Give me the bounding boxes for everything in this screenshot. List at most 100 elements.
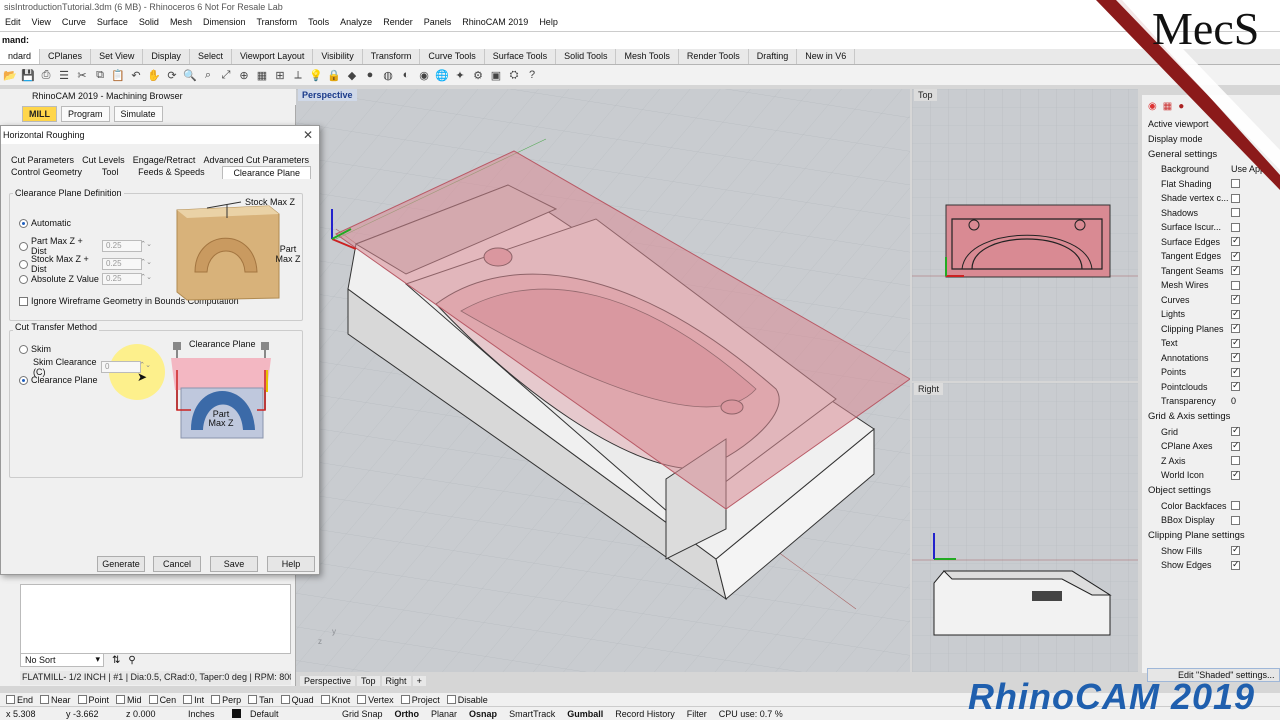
- render-icon[interactable]: ●: [362, 67, 378, 83]
- undo-icon[interactable]: ↶: [128, 67, 144, 83]
- setting-checkbox[interactable]: [1231, 308, 1240, 319]
- lock-icon[interactable]: 🔒: [326, 67, 342, 83]
- toolbar-tab-solid-tools[interactable]: Solid Tools: [556, 49, 617, 64]
- option-part-max-z[interactable]: Part Max Z + Dist 0.25: [19, 236, 152, 256]
- setting-checkbox[interactable]: [1231, 208, 1240, 218]
- setting-checkbox[interactable]: [1231, 280, 1240, 290]
- osnap-int[interactable]: Int: [183, 695, 204, 705]
- part-max-z-input[interactable]: 0.25: [102, 240, 152, 252]
- perspective-viewport[interactable]: z y Perspective: [296, 89, 910, 672]
- osnap-cen[interactable]: Cen: [148, 695, 176, 705]
- osnap-checkbox[interactable]: [211, 695, 221, 704]
- toolbar-tab-select[interactable]: Select: [190, 49, 232, 64]
- toolbar-tab-new-in-v6[interactable]: New in V6: [797, 49, 856, 64]
- osnap-end[interactable]: End: [6, 695, 33, 705]
- osnap-perp[interactable]: Perp: [211, 695, 241, 705]
- filter-icon[interactable]: ⚲: [128, 655, 135, 666]
- menu-transform[interactable]: Transform: [251, 16, 303, 30]
- toolbar-tab-curve-tools[interactable]: Curve Tools: [420, 49, 485, 64]
- pan-icon[interactable]: ✋: [146, 67, 162, 83]
- viewport-tab-top[interactable]: Top: [357, 676, 380, 686]
- rendered-icon[interactable]: ◉: [416, 67, 432, 83]
- material-icon[interactable]: ◆: [344, 67, 360, 83]
- menu-tools[interactable]: Tools: [303, 16, 335, 30]
- setting-checkbox[interactable]: [1231, 351, 1240, 363]
- menu-rhinocam-2019[interactable]: RhinoCAM 2019: [457, 16, 534, 30]
- rhinocam-icon[interactable]: ⛭: [506, 67, 522, 83]
- tab-clearance-plane[interactable]: Clearance Plane: [222, 166, 311, 179]
- toggle-planar[interactable]: Planar: [425, 709, 463, 719]
- toggle-gumball[interactable]: Gumball: [561, 709, 609, 719]
- setting-checkbox[interactable]: [1231, 501, 1240, 511]
- zoom-icon[interactable]: 🔍: [182, 67, 198, 83]
- setting-checkbox[interactable]: [1231, 235, 1240, 247]
- osnap-checkbox[interactable]: [40, 695, 50, 704]
- sort-order-icon[interactable]: ⇅: [112, 655, 120, 666]
- rotate-icon[interactable]: ⟳: [164, 67, 180, 83]
- toggle-smarttrack[interactable]: SmartTrack: [503, 709, 561, 719]
- osnap-vertex[interactable]: Vertex: [357, 695, 394, 705]
- toolbar-tab-render-tools[interactable]: Render Tools: [679, 49, 749, 64]
- four-view-icon[interactable]: ⊞: [272, 67, 288, 83]
- osnap-checkbox[interactable]: [77, 695, 87, 704]
- osnap-checkbox[interactable]: [148, 695, 158, 704]
- copy-icon[interactable]: ⧉: [92, 67, 108, 83]
- operations-list[interactable]: [20, 584, 291, 654]
- osnap-checkbox[interactable]: [446, 695, 456, 704]
- setting-checkbox[interactable]: [1231, 456, 1240, 466]
- skim-radio[interactable]: [19, 344, 28, 354]
- setting-checkbox[interactable]: [1231, 559, 1240, 570]
- zoom-window-icon[interactable]: ⌕: [200, 67, 216, 83]
- shaded-icon[interactable]: ◐: [398, 67, 414, 83]
- lightbulb-icon[interactable]: 💡: [308, 67, 324, 83]
- menu-help[interactable]: Help: [534, 16, 564, 30]
- toolbar-tab-transform[interactable]: Transform: [363, 49, 421, 64]
- menu-solid[interactable]: Solid: [134, 16, 165, 30]
- setting-checkbox[interactable]: [1231, 322, 1240, 334]
- stock-max-z-input[interactable]: 0.25: [102, 258, 152, 270]
- osnap-checkbox[interactable]: [6, 695, 15, 704]
- cut-icon[interactable]: ✂: [74, 67, 90, 83]
- toolbar-tab-cplanes[interactable]: CPlanes: [40, 49, 92, 64]
- viewport-tab-perspective[interactable]: Perspective: [300, 676, 356, 686]
- settings-icon[interactable]: ⚙: [470, 67, 486, 83]
- toggle-filter[interactable]: Filter: [681, 709, 713, 719]
- perspective-viewport-label[interactable]: Perspective: [298, 89, 357, 101]
- option-automatic[interactable]: Automatic: [19, 218, 71, 228]
- grid-icon[interactable]: ▦: [254, 67, 270, 83]
- tab-simulate[interactable]: Simulate: [113, 106, 163, 122]
- menu-render[interactable]: Render: [378, 16, 419, 30]
- toggle-grid-snap[interactable]: Grid Snap: [336, 709, 389, 719]
- tab-tool[interactable]: Tool: [100, 166, 121, 179]
- tab-program[interactable]: Program: [61, 106, 110, 122]
- menu-surface[interactable]: Surface: [92, 16, 134, 30]
- menu-curve[interactable]: Curve: [57, 16, 92, 30]
- osnap-project[interactable]: Project: [400, 695, 440, 705]
- layer-indicator[interactable]: Default: [226, 709, 336, 719]
- option-stock-max-z[interactable]: Stock Max Z + Dist 0.25: [19, 254, 152, 274]
- osnap-checkbox[interactable]: [280, 695, 290, 704]
- toolbar-tab-mesh-tools[interactable]: Mesh Tools: [616, 49, 679, 64]
- tab-control-geometry[interactable]: Control Geometry: [9, 166, 84, 179]
- osnap-disable[interactable]: Disable: [446, 695, 488, 705]
- menu-dimension[interactable]: Dimension: [198, 16, 252, 30]
- osnap-checkbox[interactable]: [183, 695, 193, 704]
- open-icon[interactable]: 📂: [2, 67, 18, 83]
- setting-checkbox[interactable]: [1231, 544, 1240, 556]
- help-button[interactable]: Help: [267, 556, 315, 572]
- menu-view[interactable]: View: [27, 16, 57, 30]
- osnap-knot[interactable]: Knot: [320, 695, 350, 705]
- viewport-tab-right[interactable]: Right: [381, 676, 411, 686]
- menu-mesh[interactable]: Mesh: [165, 16, 198, 30]
- osnap-checkbox[interactable]: [320, 695, 330, 704]
- setting-checkbox[interactable]: [1231, 515, 1240, 525]
- option-skim[interactable]: Skim: [19, 344, 51, 354]
- sort-select[interactable]: No Sort ▾: [20, 653, 104, 667]
- generate-button[interactable]: Generate: [97, 556, 145, 572]
- toolbar-tab-viewport-layout[interactable]: Viewport Layout: [232, 49, 314, 64]
- transparency-value[interactable]: 0: [1231, 396, 1236, 406]
- osnap-point[interactable]: Point: [77, 695, 109, 705]
- setting-checkbox[interactable]: [1231, 425, 1240, 437]
- osnap-checkbox[interactable]: [248, 695, 258, 704]
- toolbar-tab-set-view[interactable]: Set View: [91, 49, 144, 64]
